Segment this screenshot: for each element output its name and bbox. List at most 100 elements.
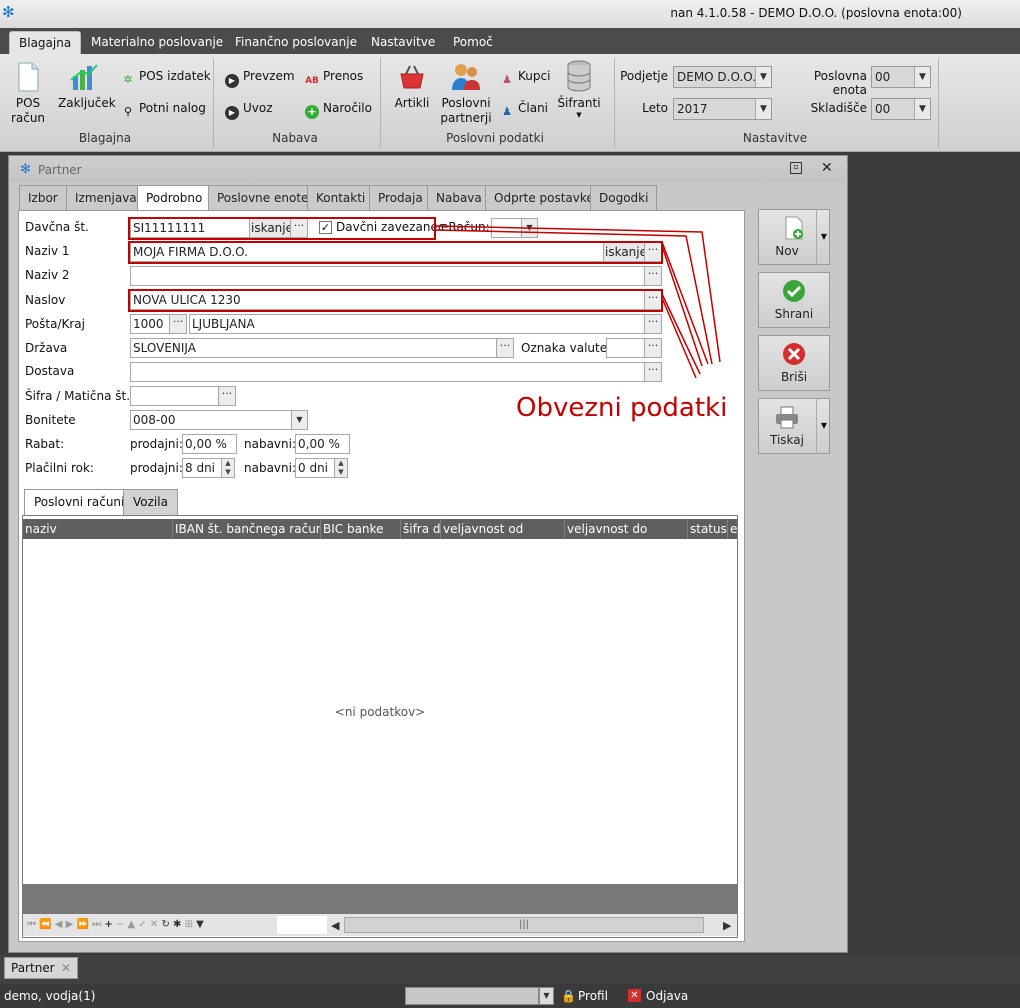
rabat-prodajni-input[interactable]: 0,00 % xyxy=(182,434,237,454)
sifra-input[interactable] xyxy=(130,386,219,406)
tab-izmenjava[interactable]: Izmenjava xyxy=(66,185,146,211)
close-icon[interactable]: ✕ xyxy=(821,160,833,176)
potni-nalog-button[interactable]: ⚲ Potni nalog xyxy=(121,99,206,118)
narocilo-button[interactable]: + Naročilo xyxy=(305,99,372,119)
kupci-label: Kupci xyxy=(518,69,551,83)
tab-poslovne-enote[interactable]: Poslovne enote xyxy=(208,185,318,211)
restore-icon[interactable]: ▫ xyxy=(790,162,802,174)
davcni-zavezanec-label: Davčni zavezanec xyxy=(336,220,445,234)
naziv2-label: Naziv 2 xyxy=(25,268,70,282)
tab-prodaja[interactable]: Prodaja xyxy=(369,185,432,211)
column-header-bic[interactable]: BIC banke xyxy=(321,519,401,539)
prevzem-button[interactable]: ▶ Prevzem xyxy=(225,67,295,88)
ribbon: POS račun Zaključek ✲ POS izdatek ⚲ Potni n… xyxy=(0,54,1020,152)
partner-window-titlebar xyxy=(10,156,846,182)
odjava-link[interactable]: Odjava xyxy=(646,984,688,1008)
skladisce-select[interactable]: 00 ▼ xyxy=(871,98,931,120)
leto-select[interactable]: 2017 ▼ xyxy=(673,98,772,120)
tab-kontakti[interactable]: Kontakti xyxy=(307,185,375,211)
column-header-naziv[interactable]: naziv xyxy=(23,519,173,539)
potni-nalog-label: Potni nalog xyxy=(139,101,206,115)
artikli-button[interactable]: Artikli xyxy=(390,62,434,111)
menu-tab-financno[interactable]: Finančno poslovanje xyxy=(226,33,366,54)
column-header-sifra[interactable]: šifra dr xyxy=(401,519,441,539)
bonitete-select[interactable]: 008-00 xyxy=(130,410,292,430)
more-icon[interactable]: ··· xyxy=(290,218,308,238)
posta-input[interactable]: 1000 xyxy=(130,314,170,334)
rok-nabavni-input[interactable]: 0 dni xyxy=(295,458,335,478)
person-icon: ♟ xyxy=(502,105,512,118)
rok-prodajni-label: prodajni: xyxy=(130,461,183,475)
kupci-button[interactable]: ♟ Kupci xyxy=(500,67,551,86)
scroll-right-icon[interactable]: ▶ xyxy=(723,915,731,937)
podjetje-label: Podjetje xyxy=(620,69,668,83)
more-icon[interactable]: ··· xyxy=(218,386,236,406)
navigator-icons[interactable]: ⏮ ⏪ ◀ ▶ ⏩ ⏭ + − ▲ ✓ ✕ ↻ ✱ ⊞ ▼ xyxy=(27,914,204,936)
pos-izdatek-button[interactable]: ✲ POS izdatek xyxy=(121,67,210,86)
clani-button[interactable]: ♟ Člani xyxy=(500,99,548,118)
window-title: nan 4.1.0.58 - DEMO D.O.O. (poslovna eno… xyxy=(670,6,962,20)
menu-tab-materialno[interactable]: Materialno poslovanje xyxy=(82,33,232,54)
nov-dropdown-icon[interactable]: ▼ xyxy=(816,209,831,265)
rok-prodajni-input[interactable]: 8 dni xyxy=(182,458,222,478)
artikli-label: Artikli xyxy=(394,96,430,110)
spinner-icon[interactable]: ▲ ▼ xyxy=(334,458,348,478)
column-header-iban[interactable]: IBAN št. bančnega računa xyxy=(173,519,321,539)
snowflake-icon[interactable]: ✻ xyxy=(2,0,15,24)
tab-odprte-postavke[interactable]: Odprte postavke xyxy=(485,185,603,211)
podjetje-select[interactable]: DEMO D.O.O. ▼ xyxy=(673,66,772,88)
davcna-input[interactable]: SI11111111 xyxy=(130,218,250,238)
poslovni-partnerji-button[interactable]: Poslovni partnerji xyxy=(440,62,492,126)
status-combo[interactable] xyxy=(405,987,539,1005)
more-icon[interactable]: ··· xyxy=(169,314,187,334)
subtab-vozila[interactable]: Vozila xyxy=(123,489,178,515)
column-header-veljavnost-od[interactable]: veljavnost od xyxy=(441,519,565,539)
close-icon: ✕ xyxy=(628,989,641,1002)
narocilo-label: Naročilo xyxy=(323,101,372,115)
uvoz-button[interactable]: ▶ Uvoz xyxy=(225,99,273,120)
grid-header: naziv IBAN št. bančnega računa BIC banke… xyxy=(23,519,737,539)
spinner-icon[interactable]: ▲ ▼ xyxy=(221,458,235,478)
tiskaj-dropdown-icon[interactable]: ▼ xyxy=(816,398,831,454)
column-header-veljavnost-do[interactable]: veljavnost do xyxy=(565,519,688,539)
rabat-nabavni-input[interactable]: 0,00 % xyxy=(295,434,350,454)
menu-tab-blagajna[interactable]: Blagajna xyxy=(9,31,82,55)
chevron-down-icon[interactable]: ▼ xyxy=(539,987,554,1005)
brisi-button[interactable]: Briši xyxy=(758,335,830,391)
pos-racun-button[interactable]: POS račun xyxy=(8,62,48,126)
tab-dogodki[interactable]: Dogodki xyxy=(590,185,658,211)
horizontal-scrollbar[interactable]: ||| xyxy=(344,917,704,933)
poslovna-enota-select[interactable]: 00 ▼ xyxy=(871,66,931,88)
menu-tab-nastavitve[interactable]: Nastavitve xyxy=(362,33,444,54)
column-header-e[interactable]: e xyxy=(728,519,737,539)
davcni-zavezanec-checkbox[interactable]: ✓ xyxy=(319,221,332,234)
naslov-label: Naslov xyxy=(25,293,66,307)
prenos-button[interactable]: AB Prenos xyxy=(305,67,363,86)
tab-nabava[interactable]: Nabava xyxy=(427,185,491,211)
pos-label-line2: račun xyxy=(10,111,46,125)
chevron-down-icon: ▼ xyxy=(914,99,930,119)
zakljucek-button[interactable]: Zaključek xyxy=(58,62,116,111)
taskbar-item-partner[interactable]: Partner ✕ xyxy=(4,957,78,979)
ribbon-separator xyxy=(213,58,214,148)
subtab-poslovni-racuni[interactable]: Poslovni računi xyxy=(24,489,135,515)
tab-izbor[interactable]: Izbor xyxy=(19,185,67,211)
profil-link[interactable]: Profil xyxy=(578,984,608,1008)
column-header-status[interactable]: status xyxy=(688,519,728,539)
scroll-left-icon[interactable]: ◀ xyxy=(331,915,339,937)
group-label-blagajna: Blagajna xyxy=(78,131,132,145)
close-icon[interactable]: ✕ xyxy=(61,958,71,978)
checkmark-icon xyxy=(759,273,829,307)
status-bar: demo, vodja(1) ▼ 🔒 Profil ✕ Odjava xyxy=(0,984,1020,1008)
davcna-iskanje-button[interactable]: iskanje xyxy=(249,218,291,238)
chevron-down-icon[interactable]: ▼ xyxy=(291,410,308,430)
skladisce-label: Skladišče xyxy=(810,101,867,115)
basket-icon xyxy=(400,65,424,89)
grid-empty-message: <ni podatkov> xyxy=(334,705,426,719)
tab-podrobno[interactable]: Podrobno xyxy=(137,185,212,212)
sifranti-button[interactable]: Šifranti ▼ xyxy=(556,60,602,119)
coins-icon: ✲ xyxy=(123,73,133,86)
navigator-page-input[interactable] xyxy=(277,916,327,934)
shrani-button[interactable]: Shrani xyxy=(758,272,830,328)
menu-tab-pomoc[interactable]: Pomoč xyxy=(444,33,502,54)
